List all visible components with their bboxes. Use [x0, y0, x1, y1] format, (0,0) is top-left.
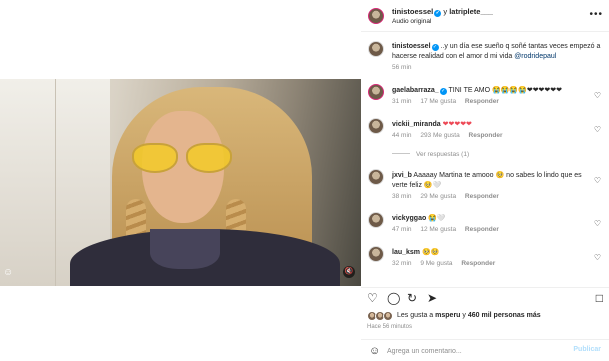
emoji-icon[interactable]: ☺	[369, 345, 380, 357]
comment-avatar[interactable]	[368, 169, 384, 185]
post-timestamp[interactable]: Hace 56 minutos	[367, 324, 412, 330]
verified-icon: ✓	[431, 44, 439, 51]
media-pane: ☺ 🔇	[0, 0, 361, 361]
comment-username[interactable]: vickyggao	[392, 215, 426, 222]
liker-username[interactable]: msperu	[435, 312, 460, 319]
repost-icon[interactable]: ↻	[407, 292, 417, 304]
comment-username[interactable]: vickii_miranda	[392, 121, 441, 128]
post-details: tinistoessel ✓ y latriplete___ Audio orig…	[361, 0, 609, 361]
verified-icon: ✓	[434, 10, 442, 17]
tagged-users-icon[interactable]: ☺	[3, 268, 13, 278]
comment-username[interactable]: gaelabarraza_	[392, 87, 439, 94]
action-bar: ♡ ◯ ↻ ➤ □	[361, 287, 609, 307]
reply-button[interactable]: Responder	[465, 193, 499, 200]
reply-button[interactable]: Responder	[465, 226, 499, 233]
post-video[interactable]: ☺ 🔇	[0, 79, 361, 286]
caption-avatar[interactable]	[368, 41, 384, 57]
caption-mention[interactable]: @rodridepaul	[514, 53, 556, 60]
comment-like-heart-icon[interactable]: ♡	[594, 253, 601, 262]
comment-like-heart-icon[interactable]: ♡	[594, 219, 601, 228]
comment-input[interactable]	[387, 345, 557, 357]
view-replies-button[interactable]: Ver respuestas (1)	[392, 151, 469, 158]
comment-avatar[interactable]	[368, 246, 384, 262]
share-icon[interactable]: ➤	[427, 292, 437, 304]
more-options-icon[interactable]: •••	[589, 9, 603, 20]
caption-username[interactable]: tinistoessel	[392, 43, 431, 50]
comment-icon[interactable]: ◯	[387, 292, 400, 304]
comment-time[interactable]: 38 min	[392, 193, 412, 200]
comment-username[interactable]: lau_ksm	[392, 249, 420, 256]
comment-text: TINI TE AMO 😭😭😭😭❤❤❤❤❤❤	[448, 87, 563, 94]
reply-button[interactable]: Responder	[465, 98, 499, 105]
comment-likes[interactable]: 12 Me gusta	[420, 226, 456, 233]
post-header: tinistoessel ✓ y latriplete___ Audio orig…	[361, 0, 609, 32]
reply-button[interactable]: Responder	[461, 260, 495, 267]
reply-button[interactable]: Responder	[469, 132, 503, 139]
comment-time[interactable]: 44 min	[392, 132, 412, 139]
comment-likes[interactable]: 29 Me gusta	[420, 193, 456, 200]
publish-button[interactable]: Publicar	[573, 346, 601, 353]
add-comment-bar: ☺ Publicar	[361, 339, 609, 361]
audio-link[interactable]: Audio original	[392, 18, 431, 25]
author-avatar[interactable]	[368, 8, 384, 24]
video-subject-sunglasses	[132, 143, 236, 175]
mute-icon[interactable]: 🔇	[343, 266, 355, 278]
author-username[interactable]: tinistoessel	[392, 7, 433, 16]
comment-text: ❤❤❤❤❤	[442, 121, 472, 128]
liker-avatars	[367, 311, 397, 321]
replies-divider	[392, 153, 410, 154]
comment-text: Aaaaay Martina te amooo 🥺 no sabes lo li…	[392, 172, 582, 189]
comment-text: 🥺🥺	[421, 249, 440, 256]
comment-avatar[interactable]	[368, 84, 384, 100]
comment-likes[interactable]: 9 Me gusta	[420, 260, 452, 267]
comment-like-heart-icon[interactable]: ♡	[594, 176, 601, 185]
verified-icon: ✓	[439, 88, 447, 95]
comment-avatar[interactable]	[368, 212, 384, 228]
likes-count[interactable]: 460 mil personas más	[468, 312, 541, 319]
collaborator-username[interactable]: latriplete___	[449, 7, 493, 16]
caption-time[interactable]: 56 min	[392, 64, 412, 71]
post-authors: tinistoessel ✓ y latriplete___	[392, 7, 493, 17]
heart-icon[interactable]: ♡	[367, 292, 378, 304]
comment-likes[interactable]: 17 Me gusta	[420, 98, 456, 105]
comment-time[interactable]: 32 min	[392, 260, 412, 267]
bookmark-icon[interactable]: □	[596, 292, 603, 304]
comment-time[interactable]: 47 min	[392, 226, 412, 233]
comment-username[interactable]: jxvi_b	[392, 172, 412, 179]
comment-avatar[interactable]	[368, 118, 384, 134]
comment-like-heart-icon[interactable]: ♡	[594, 125, 601, 134]
comment-time[interactable]: 31 min	[392, 98, 412, 105]
comment-likes[interactable]: 293 Me gusta	[420, 132, 459, 139]
comment-text: 😭🤍	[428, 215, 446, 222]
comment-like-heart-icon[interactable]: ♡	[594, 91, 601, 100]
